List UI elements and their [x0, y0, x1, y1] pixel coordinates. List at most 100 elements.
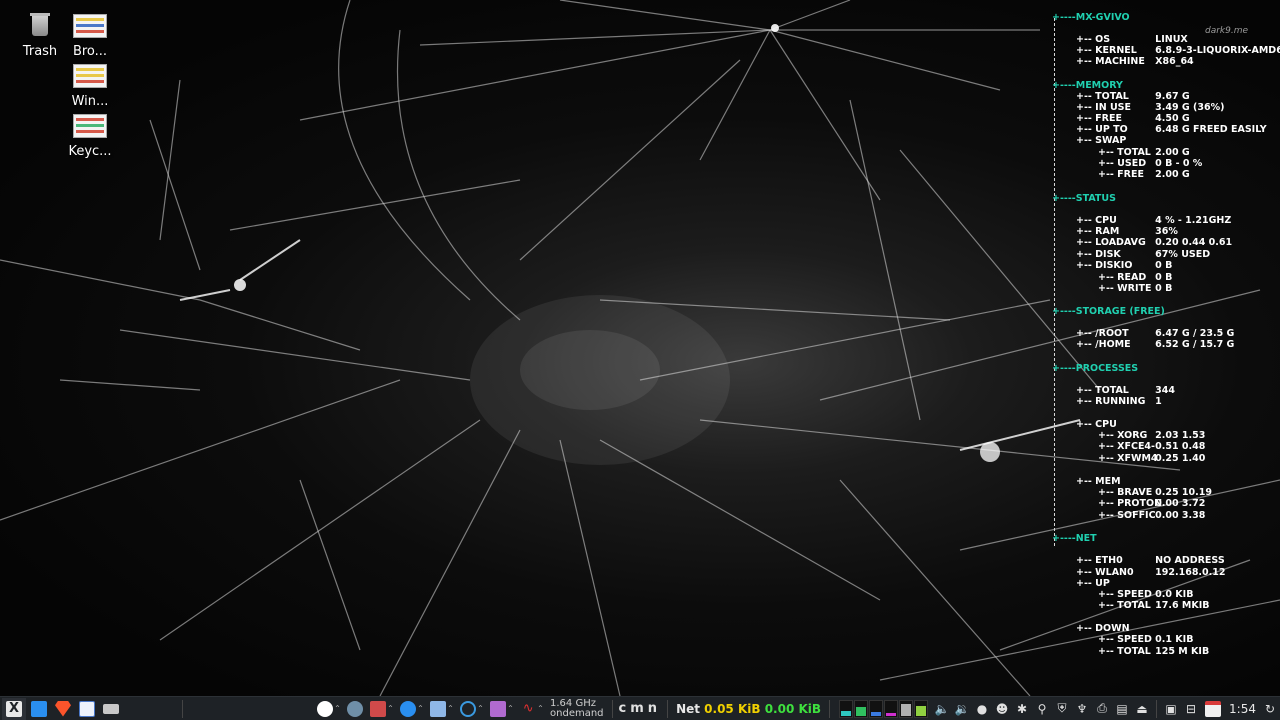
network-monitor[interactable]: Net 0.05 KiB 0.00 KiB: [672, 702, 825, 716]
brave-launcher[interactable]: [52, 698, 74, 720]
conky-row: +-- XFCE4-0.51 0.48: [1098, 441, 1206, 452]
disk-graph: [914, 699, 929, 718]
cloud-button[interactable]: [344, 698, 366, 720]
microphone-icon[interactable]: ●: [974, 701, 990, 717]
taskbar-separator: [667, 699, 669, 718]
taskbar-separator: [829, 699, 831, 718]
notes-button[interactable]: ⌃: [428, 698, 456, 720]
calendar-grid-icon: [370, 700, 387, 717]
chevron-up-icon: ⌃: [387, 704, 394, 713]
taskbar: X ⌃ ⌃ ⌃ ⌃ ⌃ ⌃ ∿⌃ 1.64 GHz ondemand cmn: [0, 696, 1280, 720]
workspace-graphs[interactable]: [838, 699, 929, 718]
clipboard-icon[interactable]: ▣: [1163, 701, 1179, 717]
conky-section-net: +----NET: [1052, 533, 1097, 544]
spreadsheet-icon: [73, 14, 107, 40]
conky-hostname: +----MX-GVIVO: [1052, 12, 1130, 23]
pulse-icon: ∿: [522, 700, 534, 716]
conky-system-monitor: +----MX-GVIVO +-- OS LINUX +-- KERNEL 6.8.…: [1048, 10, 1280, 670]
conky-row: +-- SWAP: [1076, 135, 1127, 146]
conky-row: +-- MACHINE X86_64: [1076, 56, 1194, 67]
system-load-button[interactable]: ∿ ⌃: [518, 698, 546, 720]
conky-section-status: +----STATUS: [1052, 193, 1116, 204]
printer-icon[interactable]: ⎙: [1094, 701, 1110, 717]
conky-section-storage: +----STORAGE (FREE): [1052, 306, 1165, 317]
taskbar-separator: [1156, 699, 1158, 718]
cpu-governor: ondemand: [550, 707, 604, 719]
conky-section-memory: +----MEMORY: [1052, 80, 1123, 91]
update-button[interactable]: ⌃: [398, 698, 426, 720]
swap-graph: [899, 699, 914, 718]
download-icon: [400, 700, 417, 717]
key-indicator: m: [630, 701, 648, 716]
chevron-up-icon: ⌃: [334, 704, 341, 713]
drive-launcher[interactable]: [100, 698, 122, 720]
chevron-up-icon: ⌃: [417, 704, 424, 713]
desktop-icon-bro[interactable]: Bro...: [58, 14, 122, 59]
memory-graph: [854, 699, 869, 718]
writer-launcher[interactable]: [76, 698, 98, 720]
conky-row: +-- TOTAL 125 M KIB: [1098, 646, 1210, 657]
desktop-icon: [31, 700, 47, 717]
desktop-icon-keyc[interactable]: Keyc...: [58, 114, 122, 159]
bluetooth-icon[interactable]: ✱: [1014, 701, 1030, 717]
calendar-icon[interactable]: [1203, 700, 1223, 717]
trash-icon: [23, 13, 57, 40]
network-wired-icon[interactable]: ⊟: [1183, 701, 1199, 717]
conky-row: +-- SOFFIC0.00 3.38: [1098, 510, 1206, 521]
key-indicator: n: [647, 701, 662, 716]
taskbar-separator: [611, 699, 613, 718]
chevron-up-icon: ⌃: [447, 704, 454, 713]
desktop-icon-label: Win...: [71, 94, 109, 109]
conky-row: +-- ETH0 NO ADDRESS: [1076, 555, 1225, 566]
cpu-frequency-monitor[interactable]: 1.64 GHz ondemand: [546, 697, 608, 719]
mx-tools-icon: [317, 700, 334, 717]
tree-line: [1054, 18, 1055, 546]
refresh-icon: [460, 700, 477, 717]
volume-icon[interactable]: 🔈: [934, 701, 950, 717]
conky-row: +-- /HOME 6.52 G / 15.7 G: [1076, 339, 1235, 350]
net-down-speed: 0.05 KiB: [704, 701, 761, 716]
color-picker-button[interactable]: ⌃: [488, 698, 516, 720]
eject-icon[interactable]: ⏏: [1134, 701, 1150, 717]
clock[interactable]: 1:54: [1225, 702, 1260, 716]
cpu-graph: [839, 699, 854, 718]
antenna-icon[interactable]: ♆: [1074, 701, 1090, 717]
net-label: Net: [676, 701, 700, 716]
screenshot-button[interactable]: ⌃: [368, 698, 396, 720]
whisker-menu-button[interactable]: X: [2, 697, 26, 720]
net-up-speed: 0.00 KiB: [764, 701, 822, 716]
conky-row: +-- DISKIO 0 B: [1076, 260, 1173, 271]
conky-row: +-- XFWM40.25 1.40: [1098, 453, 1206, 464]
conky-row: +-- SPEED 0.1 KIB: [1098, 634, 1194, 645]
conky-row: +-- RUNNING 1: [1076, 396, 1162, 407]
desktop-icon-label: Keyc...: [68, 144, 112, 159]
vpn-shield-icon[interactable]: ⛨: [1054, 701, 1070, 717]
mx-logo-icon: X: [6, 700, 22, 717]
chevron-up-icon: ⌃: [477, 704, 484, 713]
document-icon: [79, 700, 95, 717]
desktop-icon-win[interactable]: Win...: [58, 64, 122, 109]
chevron-up-icon: ⌃: [507, 704, 514, 713]
key-indicator: c: [618, 701, 631, 716]
cpu-frequency: 1.64 GHz: [550, 697, 596, 709]
conky-row: +-- LOADAVG 0.20 0.44 0.61: [1076, 237, 1233, 248]
conky-row: +-- PROTON0.00 3.72: [1098, 498, 1206, 509]
sync-button[interactable]: ⌃: [458, 698, 486, 720]
mx-tools-button[interactable]: ⌃: [316, 698, 342, 720]
package-icon[interactable]: ▤: [1114, 701, 1130, 717]
chevron-up-icon: ⌃: [537, 704, 544, 713]
keyboard-lock-indicator[interactable]: cmn: [617, 701, 664, 716]
show-desktop-button[interactable]: [28, 698, 50, 720]
power-refresh-icon[interactable]: ↻: [1262, 701, 1278, 717]
load-graph: [884, 699, 899, 718]
conky-row: +-- FREE 2.00 G: [1098, 169, 1190, 180]
conky-section-processes: +----PROCESSES: [1052, 363, 1139, 374]
speaker-icon[interactable]: 🔉: [954, 701, 970, 717]
brave-icon: [55, 700, 71, 717]
paperclip-icon[interactable]: ⚲: [1034, 701, 1050, 717]
palette-icon: [490, 700, 507, 717]
drive-icon: [103, 703, 119, 714]
user-icon[interactable]: ☻: [994, 701, 1010, 717]
desktop-icon-label: Bro...: [72, 44, 108, 59]
conky-row: +-- TOTAL 17.6 MKIB: [1098, 600, 1210, 611]
